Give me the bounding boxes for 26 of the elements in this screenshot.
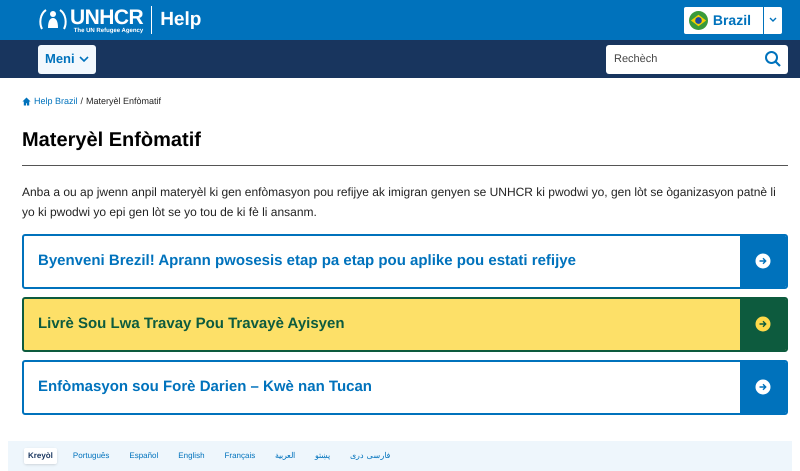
breadcrumb-current: Materyèl Enfòmatif xyxy=(86,95,162,108)
search-icon[interactable] xyxy=(764,50,782,68)
language-link[interactable]: Kreyòl xyxy=(24,448,57,464)
language-link[interactable]: Español xyxy=(125,448,162,464)
flag-icon xyxy=(688,10,708,30)
country-selector[interactable]: Brazil xyxy=(684,6,782,34)
language-link[interactable]: پښتو xyxy=(311,448,334,464)
home-icon xyxy=(22,97,31,106)
language-link[interactable]: English xyxy=(174,448,209,464)
country-name: Brazil xyxy=(712,10,751,30)
menu-button[interactable]: Meni xyxy=(38,44,96,74)
page-title: Materyèl Enfòmatif xyxy=(22,124,788,166)
resource-card[interactable]: Enfòmasyon sou Forè Darien – Kwè nan Tucan xyxy=(22,360,788,414)
language-link[interactable]: العربية xyxy=(271,448,300,464)
site-title: Help xyxy=(160,8,202,32)
resource-card[interactable]: Livrè Sou Lwa Travay Pou Travayè Ayisyen xyxy=(22,296,788,352)
chevron-icon xyxy=(78,55,89,63)
logo-wordmark: UNHCR xyxy=(70,6,144,28)
search-field[interactable]: Rechèch xyxy=(606,44,788,74)
language-link[interactable]: Français xyxy=(220,448,260,464)
intro-paragraph: Anba a ou ap jwenn anpil materyèl ki gen enfòmasyon pou refijye ak imigran genyen se UNHCR ki pwodwi yo, gen lòt se òganizasyon patnè li yo ki pwodwi yo epi gen lòt se yo tou de ki fè li ansanm. xyxy=(22,184,777,220)
breadcrumb-separator: / xyxy=(80,95,84,108)
breadcrumb-link[interactable]: Help Brazil xyxy=(34,95,78,108)
resource-card[interactable]: Byenveni Brezil! Aprann pwosesis etap pa etap pou aplike pou estati refijye xyxy=(22,234,788,288)
language-link[interactable]: Português xyxy=(68,448,114,464)
language-link[interactable]: فارسی دری xyxy=(346,448,394,464)
